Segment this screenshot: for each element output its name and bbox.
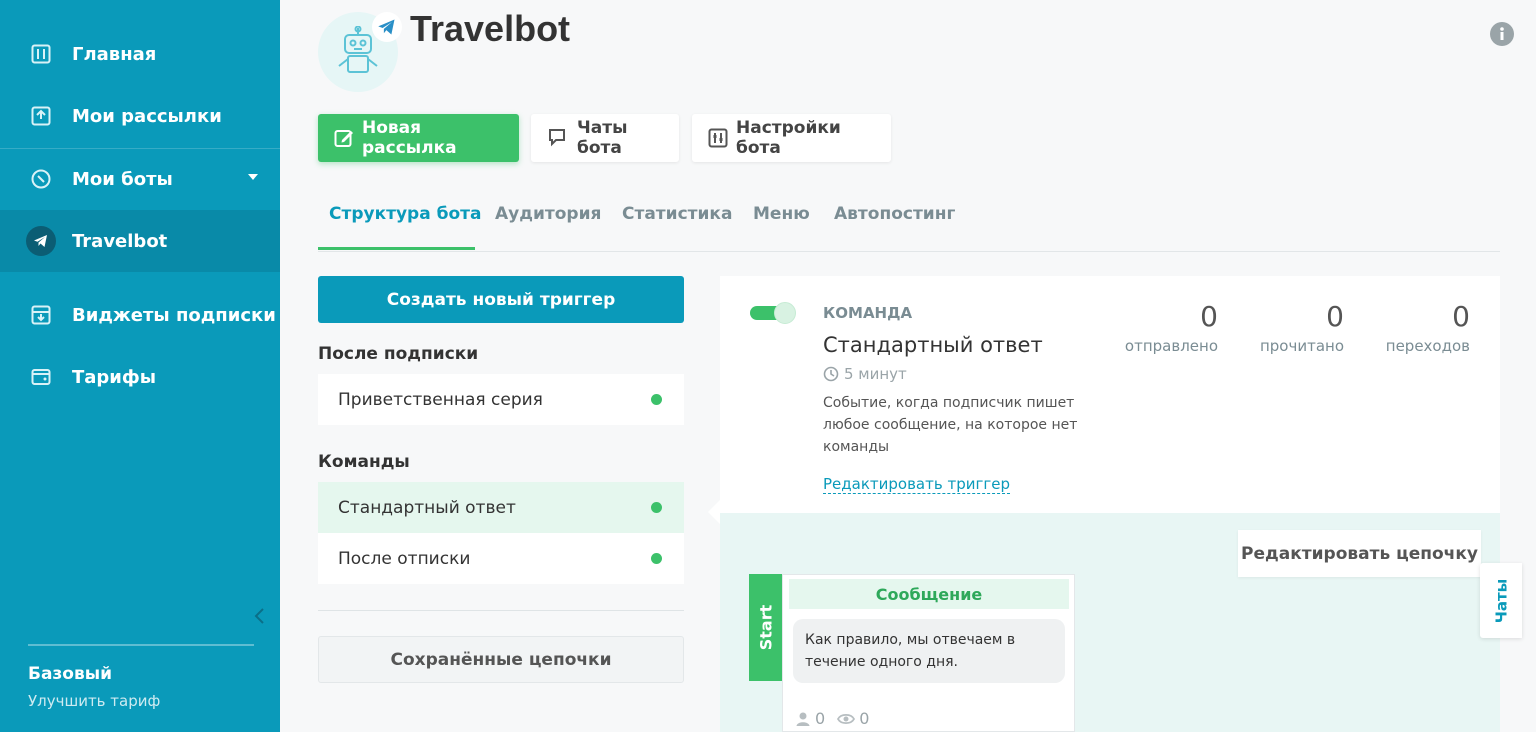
new-mailing-button[interactable]: Новая рассылка	[318, 114, 519, 162]
sidebar-item-travelbot[interactable]: Travelbot	[0, 210, 280, 272]
divider	[318, 610, 684, 611]
active-status-dot	[651, 553, 662, 564]
sidebar-item-label: Мои боты	[72, 168, 173, 190]
upgrade-plan-link[interactable]: Улучшить тариф	[28, 692, 160, 710]
stat-sent: 0 отправлено	[1088, 300, 1218, 355]
divider	[28, 644, 254, 646]
trigger-label: Стандартный ответ	[338, 497, 516, 518]
trigger-delay: 5 минут	[823, 365, 907, 383]
trigger-item-standard-reply[interactable]: Стандартный ответ	[318, 482, 684, 533]
trigger-toggle[interactable]	[750, 302, 796, 324]
stat-value: 0	[1452, 300, 1470, 333]
trigger-description: Событие, когда подписчик пишет любое соо…	[823, 395, 1078, 455]
plan-name: Базовый	[28, 664, 113, 684]
user-icon	[795, 711, 811, 727]
active-status-dot	[651, 502, 662, 513]
message-node-title: Сообщение	[789, 579, 1069, 609]
sidebar-item-bots[interactable]: Мои боты	[0, 148, 280, 210]
stat-read: 0 прочитано	[1214, 300, 1344, 355]
info-icon[interactable]	[1490, 22, 1514, 46]
telegram-icon	[26, 226, 56, 256]
new-mailing-label: Новая рассылка	[362, 118, 457, 158]
wallet-icon	[30, 366, 52, 388]
saved-chains-button[interactable]: Сохранённые цепочки	[318, 636, 684, 683]
widgets-icon	[30, 304, 52, 326]
sidebar-item-mailings[interactable]: Мои рассылки	[0, 85, 280, 147]
tab-bot-structure[interactable]: Структура бота	[329, 204, 482, 224]
clock-icon	[823, 366, 839, 382]
tab-menu[interactable]: Меню	[753, 204, 810, 224]
trigger-label: Приветственная серия	[338, 389, 543, 410]
active-tab-indicator	[318, 247, 475, 250]
tab-autoposting[interactable]: Автопостинг	[834, 204, 955, 224]
sidebar-item-label: Тарифы	[72, 366, 157, 388]
chat-icon	[547, 128, 569, 148]
mailings-icon	[30, 105, 52, 127]
trigger-label: После отписки	[338, 548, 471, 569]
edit-icon	[334, 128, 354, 148]
trigger-item-welcome[interactable]: Приветственная серия	[318, 374, 684, 425]
tab-bar: Структура бота Аудитория Статистика Меню…	[318, 196, 1500, 252]
bot-settings-button[interactable]: Настройки бота	[692, 114, 891, 162]
telegram-icon	[372, 12, 402, 42]
bot-chats-button[interactable]: Чаты бота	[531, 114, 679, 162]
stat-label: прочитано	[1259, 337, 1344, 355]
stat-value: 0	[1200, 300, 1218, 333]
views-count: 0	[859, 709, 870, 728]
trigger-kind: КОМАНДА	[823, 304, 913, 322]
message-node[interactable]: Сообщение Как правило, мы отвечаем в теч…	[782, 574, 1075, 732]
sidebar-item-home[interactable]: Главная	[0, 23, 280, 85]
page-title: Travelbot	[410, 8, 571, 49]
create-trigger-button[interactable]: Создать новый триггер	[318, 276, 684, 323]
subscribers-count: 0	[815, 709, 826, 728]
edit-trigger-link[interactable]: Редактировать триггер	[823, 475, 1010, 494]
eye-icon	[837, 712, 856, 726]
collapse-sidebar-icon[interactable]	[252, 606, 268, 626]
stat-label: переходов	[1385, 337, 1470, 355]
chats-side-tab[interactable]: Чаты	[1480, 563, 1522, 638]
chevron-down-icon[interactable]	[248, 174, 258, 180]
stat-value: 0	[1326, 300, 1344, 333]
section-title: Команды	[318, 452, 410, 472]
bots-icon	[30, 168, 52, 190]
home-icon	[30, 43, 52, 65]
settings-sliders-icon	[708, 128, 728, 148]
sidebar-item-widgets[interactable]: Виджеты подписки	[0, 284, 280, 346]
trigger-item-after-unsubscribe[interactable]: После отписки	[318, 533, 684, 584]
tab-statistics[interactable]: Статистика	[622, 204, 732, 224]
sidebar: Главная Мои рассылки Мои боты Travelbot …	[0, 0, 280, 732]
start-node[interactable]: Start	[749, 574, 783, 681]
message-bubble: Как правило, мы отвечаем в течение одног…	[793, 619, 1065, 683]
start-label: Start	[756, 604, 776, 651]
sidebar-item-label: Главная	[72, 43, 157, 65]
sidebar-item-label: Travelbot	[72, 230, 168, 252]
sidebar-item-label: Виджеты подписки	[72, 304, 276, 326]
trigger-name: Стандартный ответ	[823, 333, 1043, 357]
sidebar-item-tariffs[interactable]: Тарифы	[0, 346, 280, 408]
sidebar-item-label: Мои рассылки	[72, 105, 222, 127]
bot-chats-label: Чаты бота	[577, 118, 628, 158]
active-status-dot	[651, 394, 662, 405]
card-pointer	[708, 500, 720, 524]
section-title: После подписки	[318, 344, 479, 364]
trigger-delay-text: 5 минут	[844, 365, 907, 383]
chats-tab-label: Чаты	[1492, 578, 1511, 623]
stat-label: отправлено	[1124, 337, 1218, 355]
message-stats: 0 0	[795, 709, 869, 728]
bot-settings-label: Настройки бота	[736, 118, 841, 158]
tab-audience[interactable]: Аудитория	[495, 204, 601, 224]
stat-clicks: 0 переходов	[1340, 300, 1470, 355]
edit-chain-button[interactable]: Редактировать цепочку	[1238, 530, 1481, 577]
toggle-knob	[774, 302, 796, 324]
